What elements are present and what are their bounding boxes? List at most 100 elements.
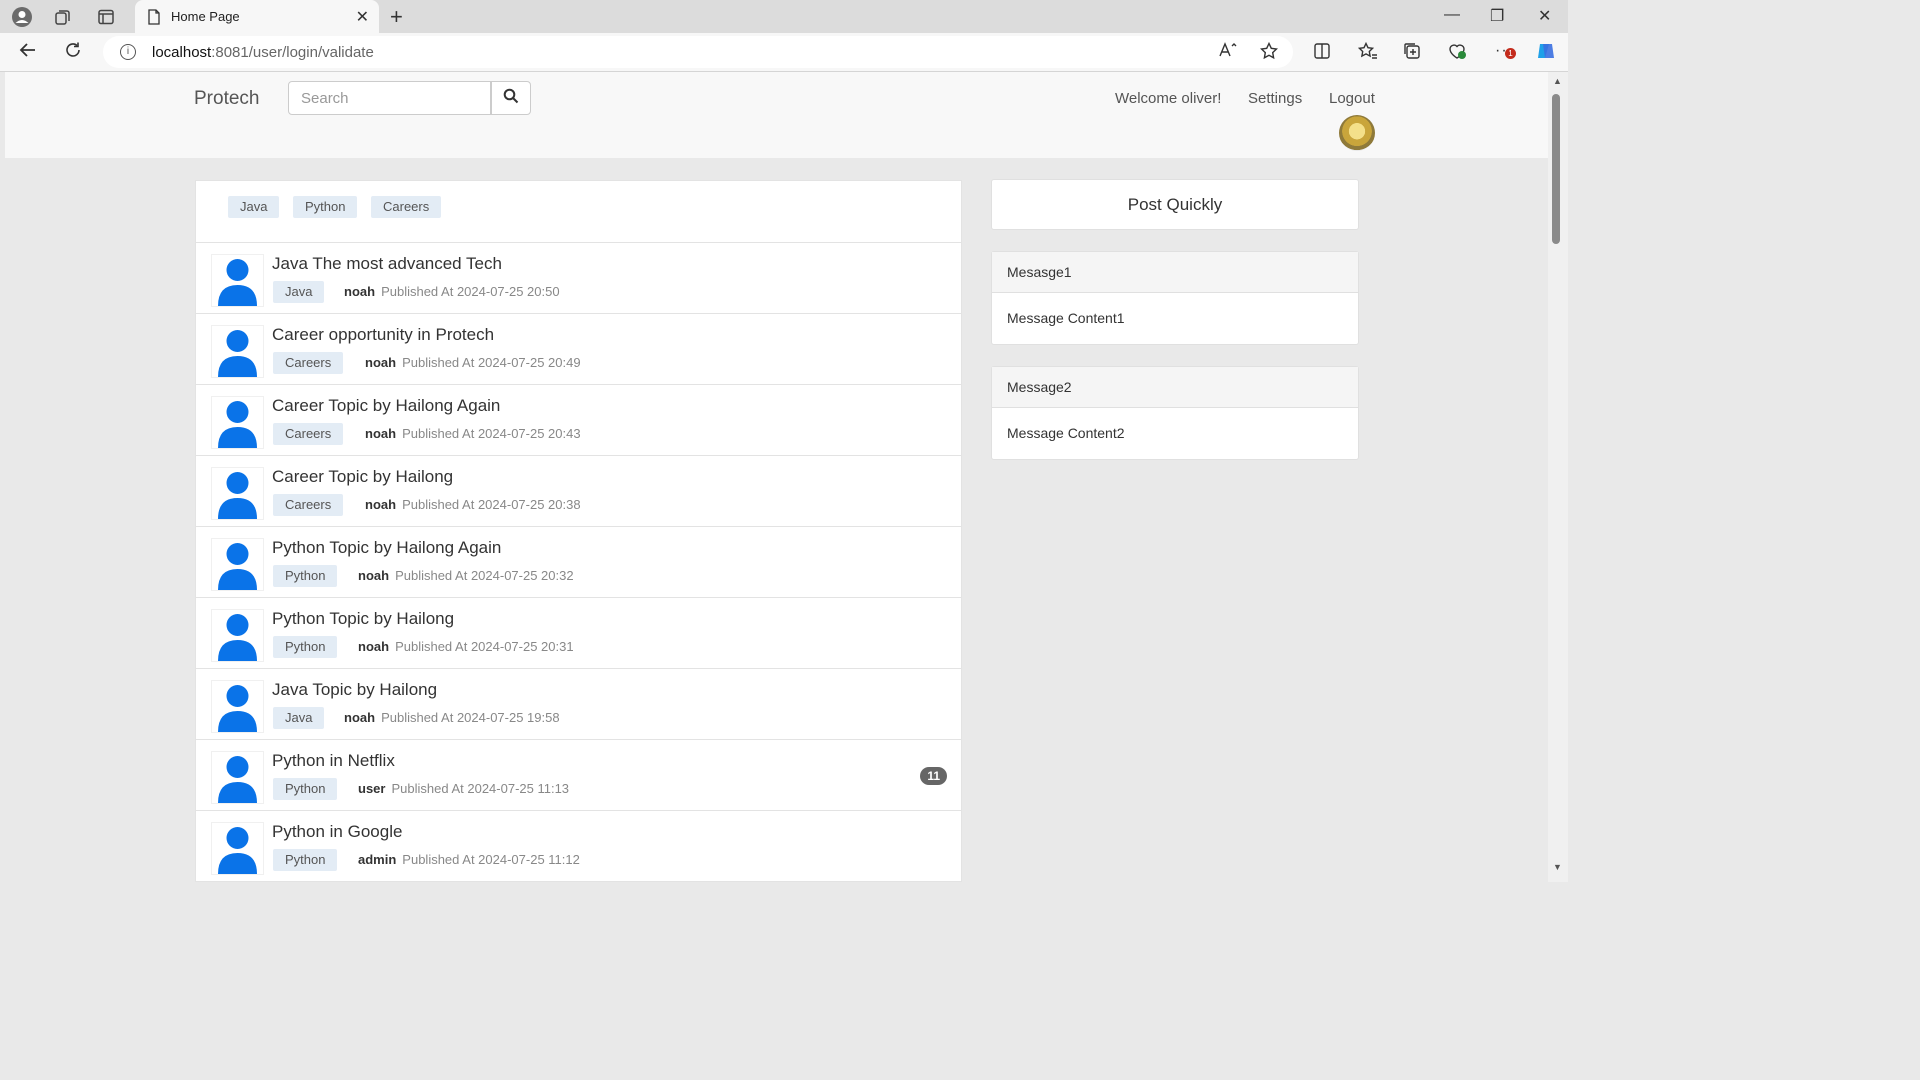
topic-row[interactable]: Java Topic by Hailong Java noah Published A…: [196, 669, 961, 740]
topic-tag[interactable]: Careers: [273, 423, 344, 445]
topic-author[interactable]: admin: [358, 852, 396, 867]
topic-tag[interactable]: Python: [273, 849, 338, 871]
filter-tag-java[interactable]: Java: [228, 196, 280, 218]
topic-author[interactable]: noah: [358, 639, 389, 654]
profile-icon[interactable]: [11, 6, 33, 28]
topic-row[interactable]: Python Topic by Hailong Python noah Publish…: [196, 598, 961, 669]
topic-row[interactable]: Python in Google Python admin Published At …: [196, 811, 961, 882]
topic-meta: noah Published At 2024-07-25 19:58: [344, 710, 560, 725]
scroll-thumb[interactable]: [1552, 94, 1560, 244]
reply-count-badge: 11: [920, 767, 947, 785]
topic-published-time: Published At 2024-07-25 20:43: [402, 426, 581, 441]
close-tab-icon[interactable]: ✕: [356, 7, 369, 27]
topic-title-link[interactable]: Career Topic by Hailong: [272, 467, 453, 487]
page-icon: [147, 9, 161, 30]
topic-published-time: Published At 2024-07-25 20:49: [402, 355, 581, 370]
new-tab-icon[interactable]: +: [390, 4, 403, 30]
topic-tag[interactable]: Python: [273, 636, 338, 658]
browser-essentials-icon[interactable]: [1448, 42, 1468, 65]
topic-tag[interactable]: Python: [273, 778, 338, 800]
close-window-icon[interactable]: ✕: [1538, 6, 1551, 26]
filter-tag-careers[interactable]: Careers: [371, 196, 442, 218]
read-aloud-icon[interactable]: [1219, 42, 1237, 63]
author-avatar-icon[interactable]: [211, 396, 264, 449]
topic-title-link[interactable]: Career opportunity in Protech: [272, 325, 494, 345]
topic-tag[interactable]: Careers: [273, 352, 344, 374]
search-input[interactable]: [288, 81, 491, 115]
topic-row[interactable]: Java The most advanced Tech Java noah Publi…: [196, 243, 961, 314]
url-text: localhost:8081/user/login/validate: [152, 44, 374, 61]
topic-title-link[interactable]: Career Topic by Hailong Again: [272, 396, 500, 416]
scroll-up-icon[interactable]: ▲: [1553, 76, 1562, 86]
message-content: Message Content1: [1007, 310, 1125, 326]
message-title: Mesasge1: [992, 252, 1358, 293]
topic-title-link[interactable]: Python in Netflix: [272, 751, 395, 771]
minimize-icon[interactable]: —: [1444, 6, 1460, 24]
author-avatar-icon[interactable]: [211, 467, 264, 520]
settings-link[interactable]: Settings: [1248, 90, 1302, 107]
site-info-icon[interactable]: i: [120, 44, 136, 60]
topic-published-time: Published At 2024-07-25 20:50: [381, 284, 560, 299]
topic-tag[interactable]: Java: [273, 281, 325, 303]
user-avatar[interactable]: [1339, 115, 1375, 151]
topic-author[interactable]: noah: [358, 568, 389, 583]
more-menu-icon[interactable]: ··· 1: [1495, 42, 1516, 60]
split-screen-icon[interactable]: [1313, 42, 1331, 65]
tab-actions-icon[interactable]: [95, 6, 117, 28]
topic-row[interactable]: Python in Netflix Python user Published At …: [196, 740, 961, 811]
topic-row[interactable]: Python Topic by Hailong Again Python noah P…: [196, 527, 961, 598]
refresh-icon[interactable]: [64, 41, 82, 64]
topic-published-time: Published At 2024-07-25 20:31: [395, 639, 574, 654]
web-page: Protech Welcome oliver! Settings Logout …: [5, 72, 1548, 882]
topic-meta: admin Published At 2024-07-25 11:12: [358, 852, 580, 867]
topic-title-link[interactable]: Python in Google: [272, 822, 402, 842]
scroll-down-icon[interactable]: ▼: [1553, 862, 1562, 872]
url-field[interactable]: i localhost:8081/user/login/validate: [103, 36, 1293, 68]
topic-author[interactable]: user: [358, 781, 385, 796]
topic-tag[interactable]: Careers: [273, 494, 344, 516]
restore-icon[interactable]: ❐: [1490, 6, 1504, 26]
topic-list-panel: Java Python Careers Java The most advanc…: [195, 180, 962, 882]
topic-author[interactable]: noah: [365, 355, 396, 370]
topic-title-link[interactable]: Java The most advanced Tech: [272, 254, 502, 274]
author-avatar-icon[interactable]: [211, 751, 264, 804]
copilot-icon[interactable]: [1535, 40, 1557, 67]
back-icon[interactable]: [19, 41, 37, 64]
topic-list: Java The most advanced Tech Java noah Publi…: [196, 243, 961, 882]
author-avatar-icon[interactable]: [211, 680, 264, 733]
filter-tag-python[interactable]: Python: [293, 196, 358, 218]
logout-link[interactable]: Logout: [1329, 90, 1375, 107]
workspaces-icon[interactable]: [52, 6, 74, 28]
topic-author[interactable]: noah: [344, 284, 375, 299]
message-card: Message2 Message Content2: [991, 366, 1359, 460]
author-avatar-icon[interactable]: [211, 822, 264, 875]
topic-row[interactable]: Career Topic by Hailong Again Careers noah…: [196, 385, 961, 456]
topic-tag[interactable]: Java: [273, 707, 325, 729]
author-avatar-icon[interactable]: [211, 609, 264, 662]
message-title: Message2: [992, 367, 1358, 408]
favorite-star-icon[interactable]: [1259, 41, 1279, 65]
search-button[interactable]: [491, 81, 531, 115]
topic-title-link[interactable]: Java Topic by Hailong: [272, 680, 437, 700]
topic-row[interactable]: Career opportunity in Protech Careers noah…: [196, 314, 961, 385]
topic-author[interactable]: noah: [344, 710, 375, 725]
topic-title-link[interactable]: Python Topic by Hailong: [272, 609, 454, 629]
author-avatar-icon[interactable]: [211, 325, 264, 378]
page-scrollbar[interactable]: ▲ ▼: [1548, 72, 1568, 882]
topic-author[interactable]: noah: [365, 497, 396, 512]
favorites-icon[interactable]: [1357, 41, 1378, 65]
post-quickly-button[interactable]: Post Quickly: [991, 179, 1359, 230]
topic-published-time: Published At 2024-07-25 20:38: [402, 497, 581, 512]
topic-published-time: Published At 2024-07-25 20:32: [395, 568, 574, 583]
topic-author[interactable]: noah: [365, 426, 396, 441]
topic-tag[interactable]: Python: [273, 565, 338, 587]
collections-icon[interactable]: [1403, 42, 1421, 65]
author-avatar-icon[interactable]: [211, 254, 264, 307]
message-card: Mesasge1 Message Content1: [991, 251, 1359, 345]
topic-title-link[interactable]: Python Topic by Hailong Again: [272, 538, 501, 558]
author-avatar-icon[interactable]: [211, 538, 264, 591]
topic-row[interactable]: Career Topic by Hailong Careers noah Publis…: [196, 456, 961, 527]
tab-home-page[interactable]: Home Page ✕: [135, 0, 379, 33]
browser-tab-bar: Home Page ✕ + — ❐ ✕: [0, 0, 1568, 33]
brand-link[interactable]: Protech: [194, 88, 259, 110]
